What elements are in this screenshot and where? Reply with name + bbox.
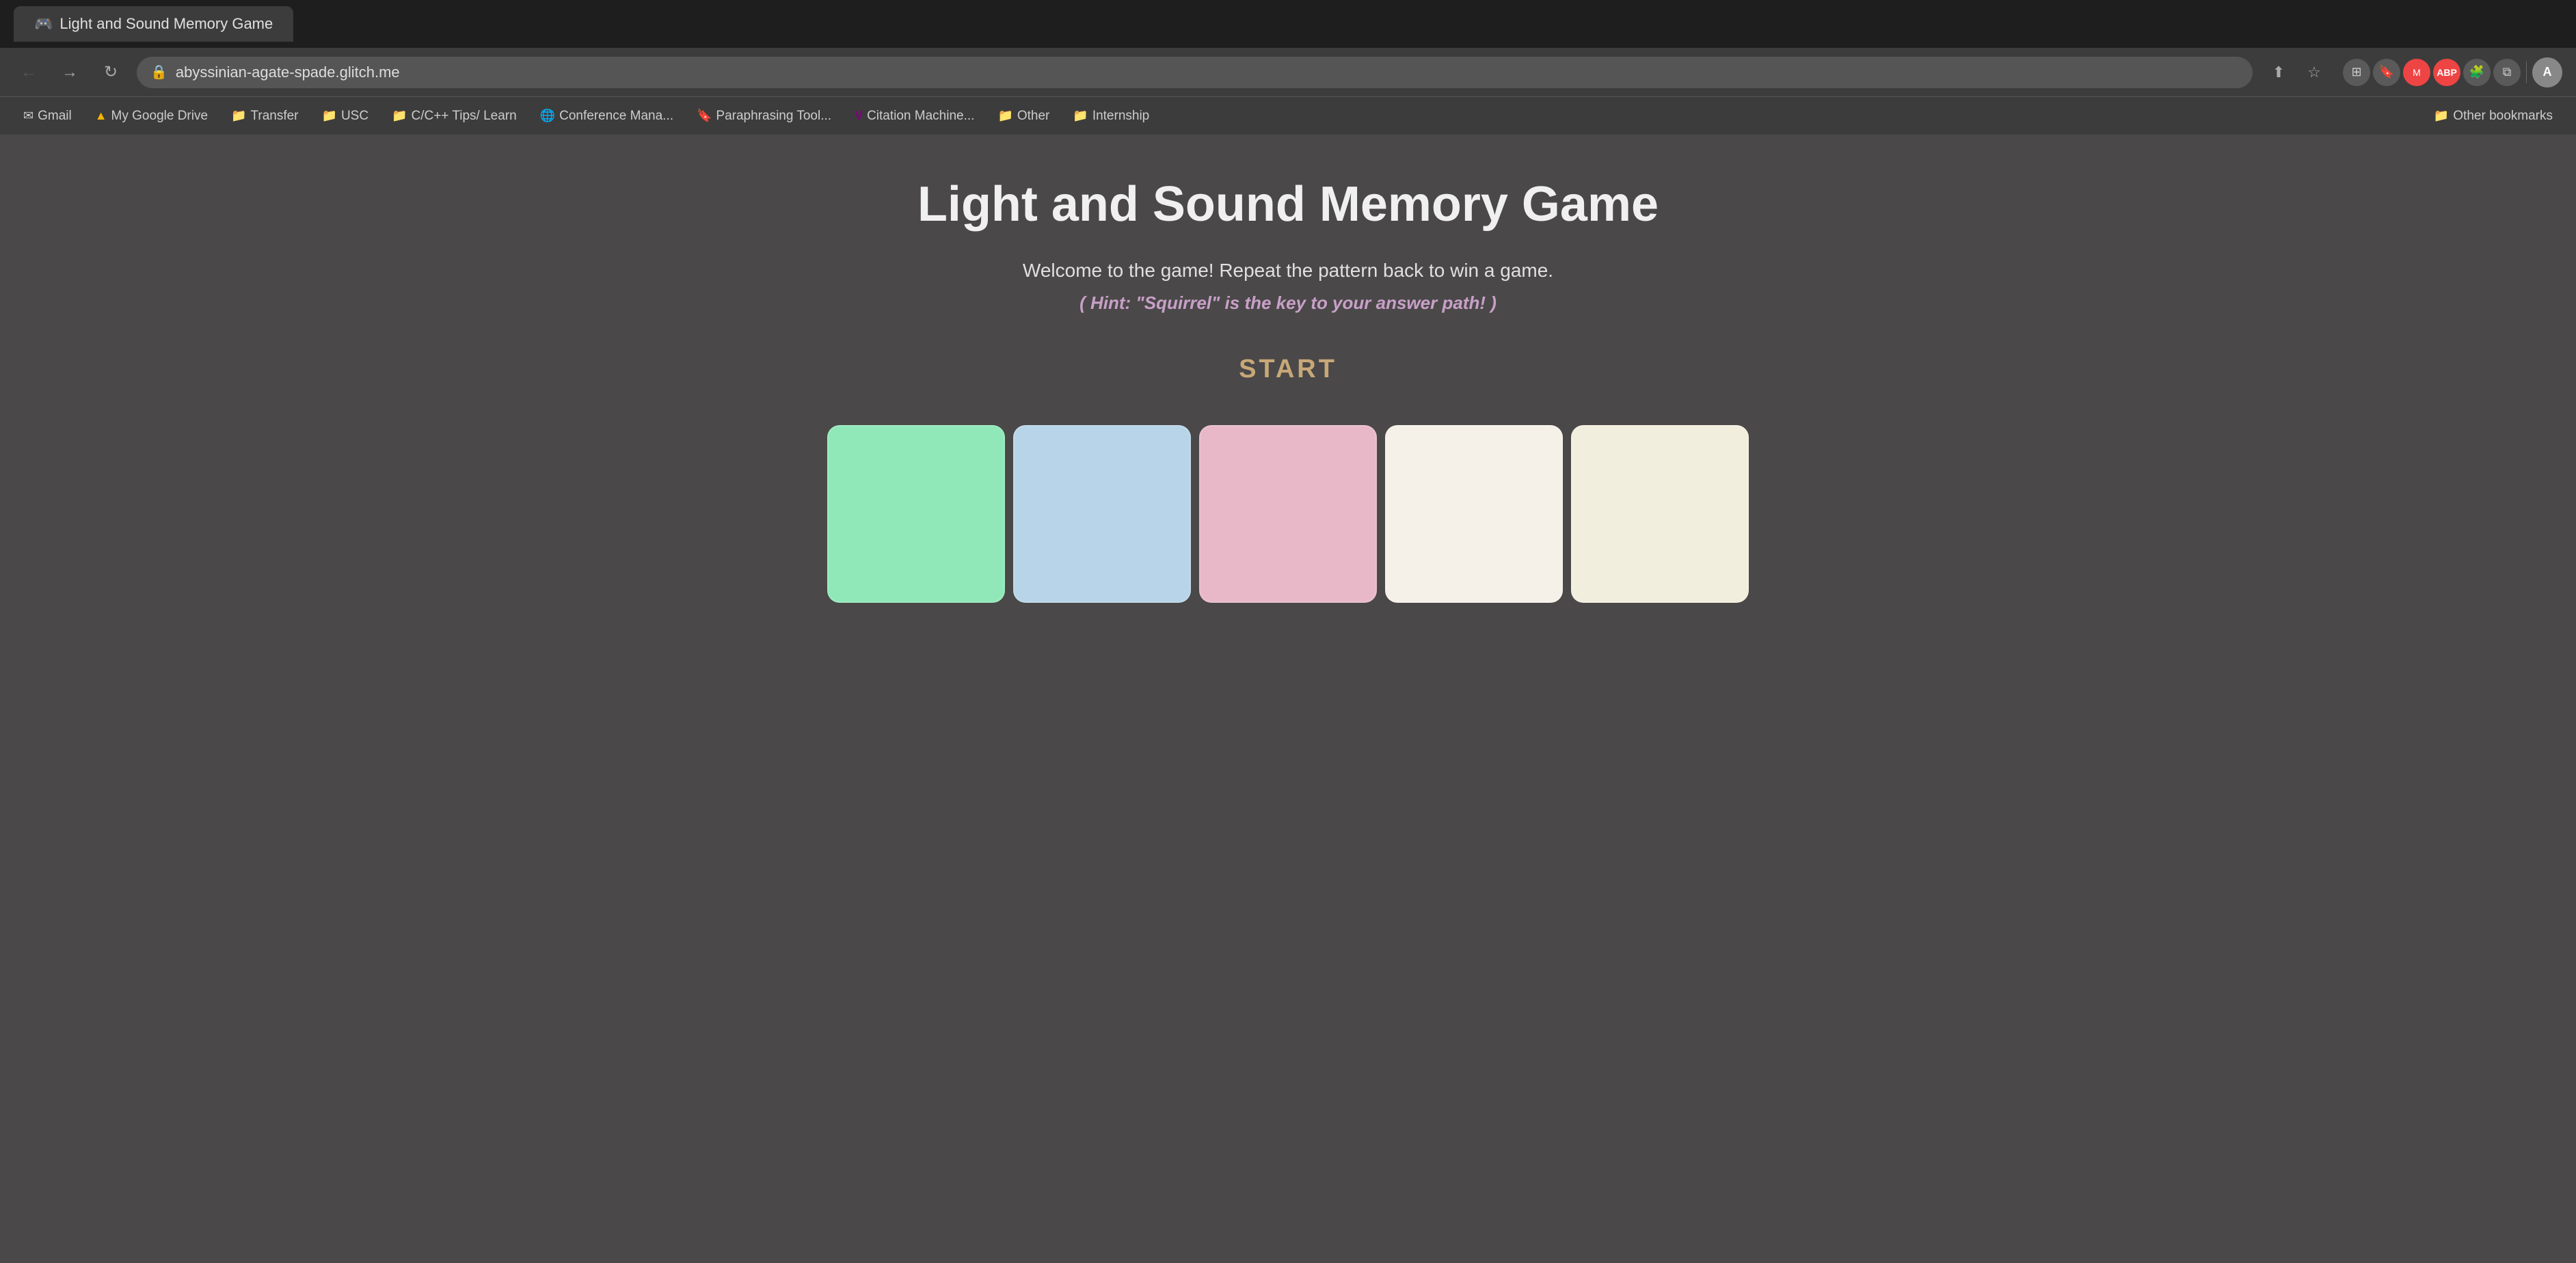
bookmark-other-bookmarks-label: Other bookmarks	[2453, 109, 2553, 124]
other-bookmarks-icon: 📁	[2434, 109, 2449, 123]
address-bar[interactable]: 🔒 abyssinian-agate-spade.glitch.me	[137, 57, 2253, 88]
internship-icon: 📁	[1073, 109, 1088, 123]
gmail-icon: ✉	[23, 109, 33, 123]
ext-window[interactable]: ⧉	[2493, 59, 2521, 86]
forward-button[interactable]: →	[55, 57, 85, 87]
bookmark-gmail[interactable]: ✉ Gmail	[14, 105, 81, 128]
extension-icons: ⊞ 🔖 M ABP 🧩 ⧉ A	[2343, 57, 2562, 87]
google-drive-icon: ▲	[95, 109, 107, 123]
usc-icon: 📁	[322, 109, 337, 123]
bookmark-transfer-label: Transfer	[250, 109, 298, 124]
game-pad-blue[interactable]	[1013, 425, 1191, 603]
bookmark-google-drive[interactable]: ▲ My Google Drive	[85, 105, 217, 128]
lock-icon: 🔒	[150, 64, 167, 81]
bookmark-conference[interactable]: 🌐 Conference Mana...	[531, 105, 683, 128]
bookmark-cpp[interactable]: 📁 C/C++ Tips/ Learn	[382, 105, 526, 128]
bookmark-conference-label: Conference Mana...	[559, 109, 673, 124]
bookmark-other-label: Other	[1017, 109, 1050, 124]
active-tab[interactable]: 🎮 Light and Sound Memory Game	[14, 6, 293, 42]
url-text: abyssinian-agate-spade.glitch.me	[176, 64, 400, 81]
nav-actions: ⬆ ☆ ⊞ 🔖 M ABP 🧩 ⧉ A	[2264, 57, 2562, 87]
bookmarks-bar: ✉ Gmail ▲ My Google Drive 📁 Transfer 📁 U…	[0, 97, 2576, 135]
bookmark-google-drive-label: My Google Drive	[111, 109, 209, 124]
game-pad-pink[interactable]	[1199, 425, 1377, 603]
main-content: Light and Sound Memory Game Welcome to t…	[0, 135, 2576, 1263]
ext-gmail[interactable]: M	[2403, 59, 2430, 86]
bookmark-internship[interactable]: 📁 Internship	[1063, 105, 1159, 128]
ext-new-tab[interactable]: ⊞	[2343, 59, 2370, 86]
bookmark-paraphrasing[interactable]: 🔖 Paraphrasing Tool...	[687, 105, 841, 128]
transfer-icon: 📁	[231, 109, 246, 123]
bookmark-citation[interactable]: V Citation Machine...	[845, 105, 984, 128]
browser-chrome: 🎮 Light and Sound Memory Game ← → ↻ 🔒 ab…	[0, 0, 2576, 135]
conference-icon: 🌐	[540, 109, 555, 123]
tab-bar: 🎮 Light and Sound Memory Game	[0, 0, 2576, 48]
game-pad-green[interactable]	[827, 425, 1005, 603]
tab-favicon: 🎮	[34, 15, 53, 33]
back-button[interactable]: ←	[14, 57, 44, 87]
reload-button[interactable]: ↻	[96, 57, 126, 87]
game-subtitle: Welcome to the game! Repeat the pattern …	[1023, 260, 1553, 282]
game-title: Light and Sound Memory Game	[917, 176, 1659, 232]
other-icon: 📁	[997, 109, 1012, 123]
ext-abp[interactable]: ABP	[2433, 59, 2460, 86]
citation-icon: V	[855, 109, 863, 123]
bookmark-paraphrasing-label: Paraphrasing Tool...	[716, 109, 831, 124]
cpp-icon: 📁	[392, 109, 407, 123]
bookmark-internship-label: Internship	[1092, 109, 1149, 124]
nav-separator	[2526, 62, 2527, 83]
game-pad-cream1[interactable]	[1385, 425, 1563, 603]
ext-bookmark-mgr[interactable]: 🔖	[2373, 59, 2400, 86]
game-pad-cream2[interactable]	[1571, 425, 1749, 603]
avatar[interactable]: A	[2532, 57, 2562, 87]
bookmark-button[interactable]: ☆	[2299, 57, 2329, 87]
game-pads	[827, 425, 1749, 603]
bookmark-other[interactable]: 📁 Other	[988, 105, 1059, 128]
share-button[interactable]: ⬆	[2264, 57, 2294, 87]
ext-puzzle[interactable]: 🧩	[2463, 59, 2491, 86]
game-hint: ( Hint: "Squirrel" is the key to your an…	[1079, 293, 1497, 314]
bookmark-usc[interactable]: 📁 USC	[312, 105, 379, 128]
bookmark-citation-label: Citation Machine...	[867, 109, 974, 124]
tab-label: Light and Sound Memory Game	[59, 15, 273, 33]
nav-bar: ← → ↻ 🔒 abyssinian-agate-spade.glitch.me…	[0, 48, 2576, 97]
bookmark-cpp-label: C/C++ Tips/ Learn	[411, 109, 516, 124]
bookmark-gmail-label: Gmail	[38, 109, 72, 124]
bookmark-transfer[interactable]: 📁 Transfer	[222, 105, 308, 128]
bookmark-other-bookmarks[interactable]: 📁 Other bookmarks	[2424, 105, 2562, 128]
paraphrasing-icon: 🔖	[697, 109, 712, 123]
start-button[interactable]: START	[1239, 355, 1337, 384]
bookmark-usc-label: USC	[341, 109, 368, 124]
